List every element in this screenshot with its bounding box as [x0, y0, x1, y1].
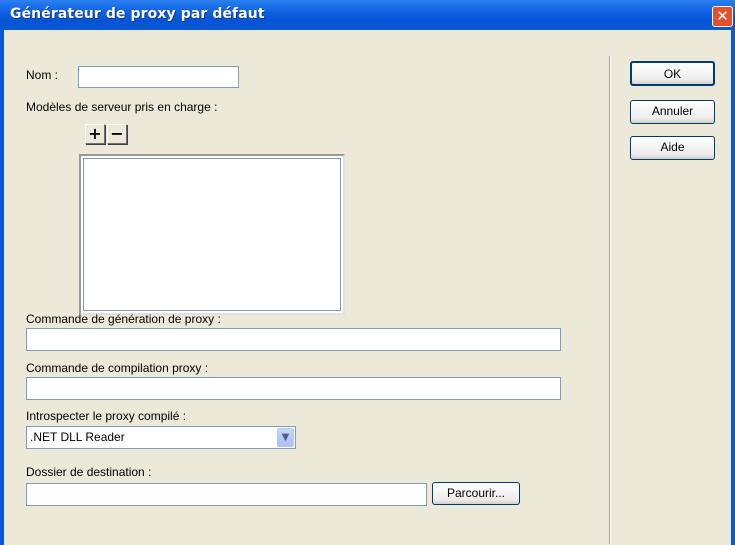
server-models-label: Modèles de serveur pris en charge :: [26, 100, 218, 114]
dropdown-button[interactable]: ▼: [277, 428, 294, 447]
dialog-body: Nom : Modèles de serveur pris en charge …: [4, 30, 731, 545]
help-button[interactable]: Aide: [630, 136, 715, 160]
compilation-command-input[interactable]: [26, 377, 561, 400]
ok-button[interactable]: OK: [630, 61, 715, 86]
add-model-button[interactable]: +: [85, 124, 105, 144]
server-models-list[interactable]: [79, 154, 345, 315]
close-button[interactable]: ✕: [712, 6, 733, 27]
introspect-label: Introspecter le proxy compilé :: [26, 409, 187, 423]
minus-icon: −: [110, 124, 124, 143]
compilation-command-label: Commande de compilation proxy :: [26, 361, 209, 375]
vertical-separator: [609, 56, 611, 544]
introspect-select[interactable]: .NET DLL Reader ▼: [26, 426, 296, 449]
destination-folder-label: Dossier de destination :: [26, 465, 152, 479]
title-bar[interactable]: Générateur de proxy par défaut ✕: [0, 0, 735, 30]
name-label: Nom :: [26, 68, 59, 82]
remove-model-button[interactable]: −: [107, 124, 127, 144]
chevron-down-icon: ▼: [281, 432, 290, 443]
window-title: Générateur de proxy par défaut: [10, 6, 265, 22]
list-inner-border: [83, 158, 341, 311]
dialog-window: Générateur de proxy par défaut ✕ Nom : M…: [0, 0, 735, 545]
plus-icon: +: [88, 124, 102, 143]
introspect-selected-value: .NET DLL Reader: [30, 430, 125, 444]
browse-button[interactable]: Parcourir...: [432, 482, 520, 505]
close-icon: ✕: [716, 7, 729, 25]
name-input[interactable]: [78, 66, 239, 88]
cancel-button[interactable]: Annuler: [630, 100, 715, 124]
destination-folder-input[interactable]: [26, 483, 427, 506]
generation-command-input[interactable]: [26, 328, 561, 351]
generation-command-label: Commande de génération de proxy :: [26, 312, 221, 326]
